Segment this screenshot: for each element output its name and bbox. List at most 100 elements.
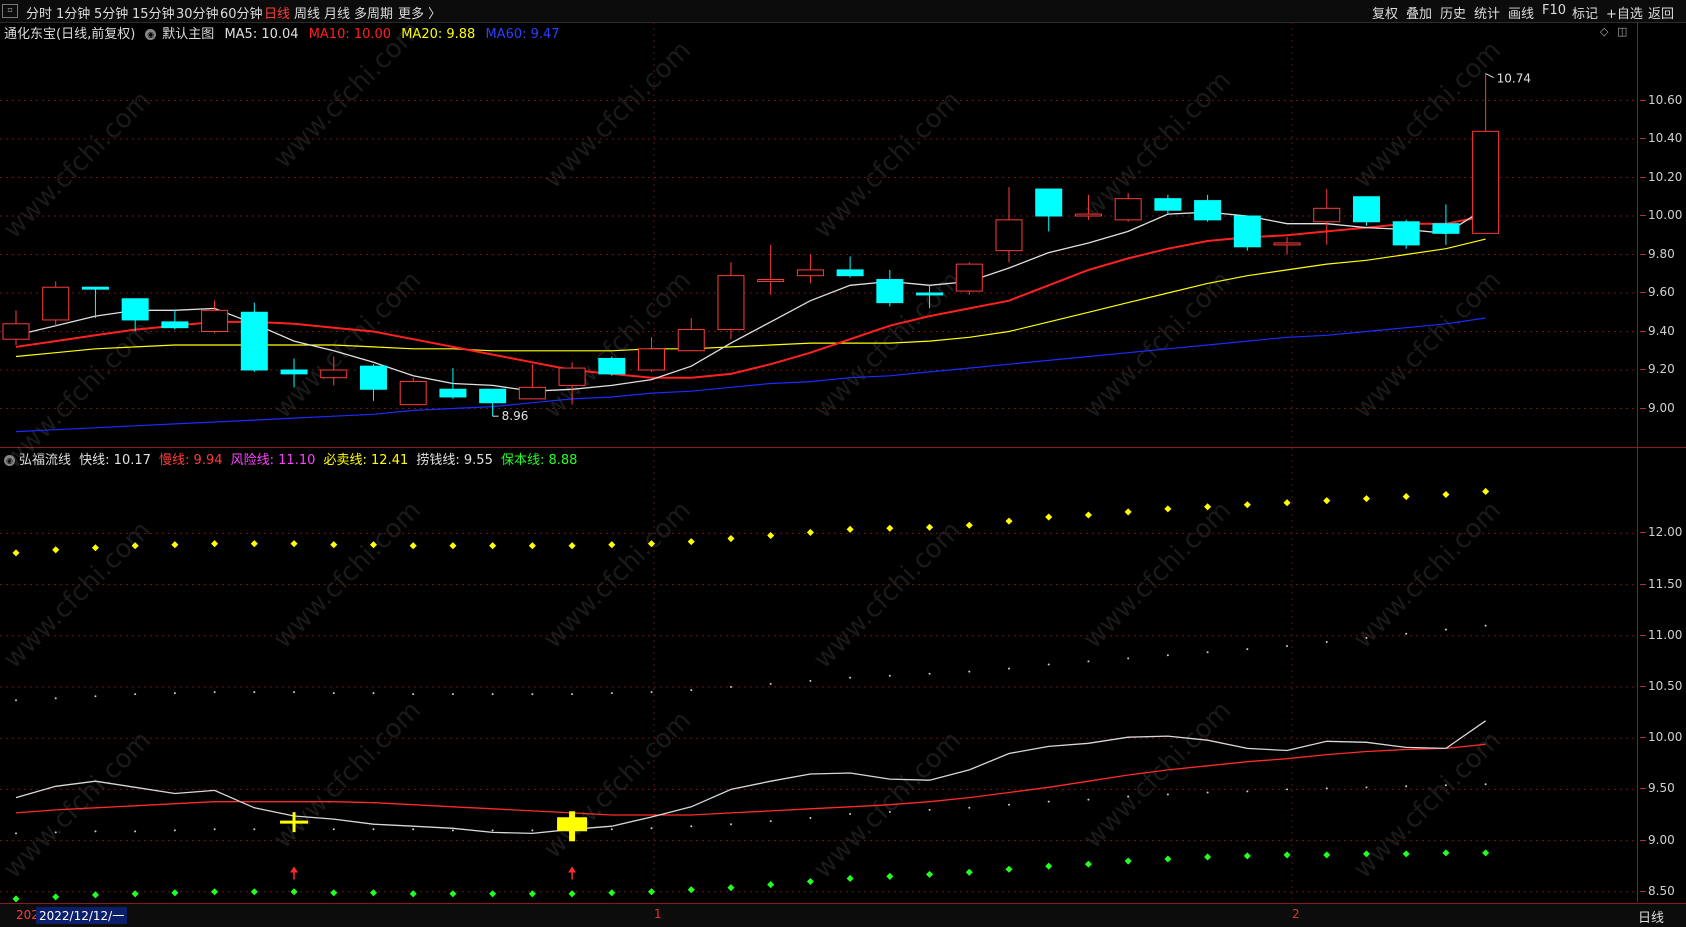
period-2[interactable]: 5分钟 — [94, 3, 128, 22]
price-axis-border — [1637, 22, 1638, 902]
safe-line-dot — [1045, 862, 1053, 870]
fish-line-dot — [491, 829, 494, 832]
risk-line-dot — [412, 693, 415, 696]
sell-line-dot — [846, 525, 854, 533]
candle-body — [1233, 215, 1261, 248]
risk-line-dot — [1484, 624, 1487, 627]
risk-line-dot — [769, 682, 772, 685]
candle-body — [558, 367, 586, 386]
main-axis-tick: 10.40 — [1639, 131, 1683, 145]
fish-line-dot — [650, 827, 653, 830]
risk-line-dot — [1127, 657, 1130, 660]
ma10-line — [15, 215, 1486, 379]
period-1[interactable]: 1分钟 — [56, 3, 90, 22]
risk-line-dot — [888, 674, 891, 677]
safe-line-dot — [926, 870, 934, 878]
sell-line-dot — [211, 540, 219, 548]
cursor-date: 2022/12/12/一 — [36, 907, 128, 924]
system-menu-icon[interactable]: ⌗ — [2, 4, 18, 18]
risk-line-dot — [293, 691, 296, 694]
safe-line-dot — [1243, 852, 1251, 860]
fish-line-dot — [1405, 785, 1408, 788]
candle-body — [598, 357, 626, 375]
fish-line-dot — [1325, 787, 1328, 790]
period-toolbar: ⌗ 分时 1分钟 5分钟 15分钟 30分钟 60分钟 日线 周线 月线 多周期 更多 〉 复权 叠加… — [0, 0, 1686, 23]
risk-line-dot — [1286, 645, 1289, 648]
period-4[interactable]: 30分钟 — [176, 3, 219, 22]
safe-line-dot — [171, 889, 179, 897]
candle-body — [638, 348, 666, 371]
tool-4[interactable]: 画线 — [1508, 3, 1534, 22]
safe-line-dot — [1084, 860, 1092, 868]
tool-5[interactable]: F10 — [1542, 3, 1566, 18]
sell-line-dot — [171, 541, 179, 549]
risk-line-dot — [1008, 667, 1010, 670]
period-9[interactable]: 多周期 — [354, 3, 393, 22]
candle-body — [81, 286, 109, 290]
fish-line-dot — [54, 831, 57, 834]
safe-line-dot — [1005, 865, 1013, 873]
fish-line-dot — [968, 806, 971, 809]
main-axis-tick: 10.60 — [1639, 92, 1683, 107]
candle-body — [1114, 198, 1142, 221]
high-marker — [1485, 73, 1494, 78]
buy-arrow-head — [290, 866, 299, 873]
period-7[interactable]: 周线 — [294, 3, 320, 22]
candle-body — [201, 309, 229, 333]
sell-line-dot — [489, 542, 497, 550]
period-6[interactable]: 日线 — [264, 3, 290, 22]
candle-body — [876, 279, 904, 304]
fast-line — [15, 720, 1487, 835]
sell-line-dot — [1442, 490, 1450, 499]
tool-2[interactable]: 历史 — [1440, 3, 1466, 22]
safe-line-dot — [647, 888, 656, 896]
candle-body — [320, 369, 348, 379]
risk-line-dot — [1325, 640, 1328, 643]
sub-axis-tick: 12.00 — [1639, 525, 1683, 540]
risk-line-dot — [928, 672, 931, 675]
fish-line-dot — [888, 810, 891, 813]
tool-3[interactable]: 统计 — [1474, 3, 1500, 22]
tool-1[interactable]: 叠加 — [1406, 3, 1432, 22]
safe-line-dot — [1402, 850, 1410, 858]
tool-7[interactable]: +自选 — [1606, 3, 1643, 22]
fish-line-dot — [1444, 784, 1447, 787]
safe-line-dot — [846, 874, 854, 882]
risk-line-dot — [213, 691, 216, 694]
tool-8[interactable]: 返回 — [1648, 3, 1674, 22]
sell-line-dot — [727, 535, 735, 543]
safe-line-dot — [330, 889, 338, 897]
risk-line-dot — [491, 693, 494, 696]
period-8[interactable]: 月线 — [324, 3, 350, 22]
risk-line-dot — [531, 693, 534, 696]
risk-line-dot — [968, 670, 971, 673]
risk-line-dot — [1246, 648, 1249, 651]
candle-body — [1035, 188, 1063, 217]
sell-line-dot — [131, 542, 139, 550]
safe-line-dot — [52, 893, 60, 901]
main-axis-tick: 9.00 — [1640, 400, 1675, 415]
tool-6[interactable]: 标记 — [1572, 3, 1598, 22]
safe-line-dot — [369, 889, 378, 897]
main-axis-tick: 9.60 — [1640, 285, 1675, 299]
safe-line-dot — [767, 881, 775, 889]
candle-body — [955, 263, 983, 292]
period-5[interactable]: 60分钟 — [220, 3, 263, 22]
fish-line-dot — [451, 829, 454, 832]
sell-line-dot — [369, 541, 378, 549]
ma60-line — [15, 317, 1486, 433]
period-10[interactable]: 更多 〉 — [398, 3, 441, 22]
main-axis-tick: 9.20 — [1640, 362, 1675, 376]
risk-line-dot — [1166, 654, 1169, 657]
tool-0[interactable]: 复权 — [1372, 3, 1398, 22]
period-0[interactable]: 分时 — [26, 3, 52, 22]
sell-line-dot — [1402, 493, 1410, 501]
period-button[interactable]: 日线 — [1638, 907, 1664, 926]
sell-line-dot — [1164, 505, 1172, 513]
period-3[interactable]: 15分钟 — [132, 3, 175, 22]
sell-line-dot — [449, 542, 457, 550]
kline-chart[interactable]: 10.74 8.96 — [0, 22, 1637, 902]
sub-axis-tick: 11.50 — [1639, 576, 1683, 591]
safe-line-dot — [1124, 857, 1132, 865]
slow-line — [15, 743, 1486, 816]
